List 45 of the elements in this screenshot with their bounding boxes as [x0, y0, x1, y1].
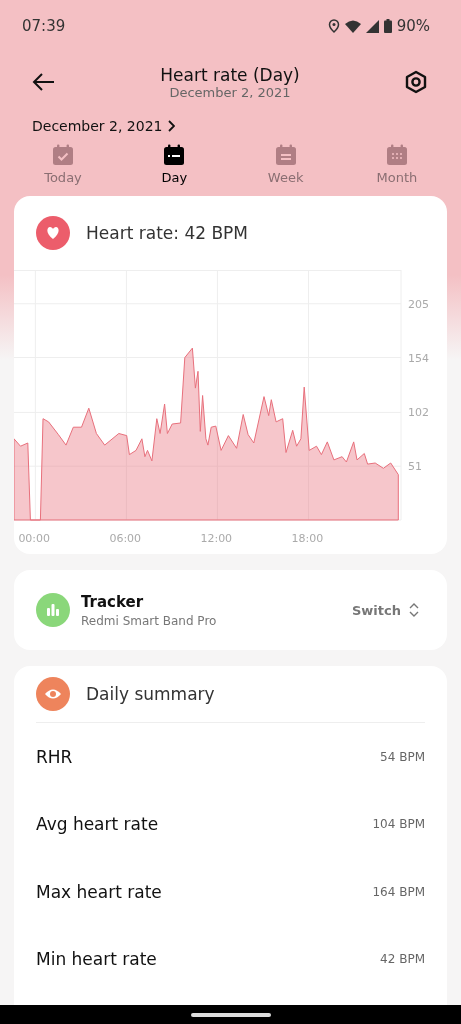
x-axis-label: 18:00 — [291, 532, 324, 545]
calendar-icon — [274, 144, 297, 166]
location-icon — [327, 19, 340, 33]
bar-chart-icon — [36, 593, 70, 627]
metric-value: 54 BPM — [380, 749, 425, 764]
y-axis-label: 205 — [408, 297, 429, 311]
eye-icon — [36, 677, 70, 711]
tracker-title: Tracker — [81, 592, 145, 611]
metric-value: 104 BPM — [372, 817, 425, 832]
period-tab[interactable]: Month — [357, 144, 437, 185]
switch-button[interactable]: Switch — [352, 602, 419, 618]
battery-level: 90% — [396, 17, 430, 35]
status-time: 07:39 — [22, 17, 66, 35]
period-tab[interactable]: Week — [245, 144, 326, 185]
calendar-icon — [163, 144, 186, 166]
signal-icon — [365, 19, 379, 33]
back-arrow-icon[interactable] — [32, 72, 56, 92]
device-name: Redmi Smart Band Pro — [81, 613, 218, 628]
y-axis-label: 51 — [408, 460, 422, 474]
period-tab[interactable]: Today — [23, 144, 103, 185]
metric-label: Max heart rate — [36, 881, 162, 902]
home-indicator[interactable] — [190, 1012, 271, 1017]
metric-label: Min heart rate — [36, 949, 157, 970]
summary-title: Daily summary — [86, 684, 215, 704]
x-axis-label: 06:00 — [109, 532, 142, 545]
metric-label: Avg heart rate — [36, 814, 159, 835]
wifi-icon — [344, 19, 361, 33]
calendar-icon — [52, 144, 74, 166]
battery-icon — [383, 19, 392, 33]
settings-icon[interactable] — [404, 70, 428, 94]
page-title: Heart rate (Day) — [160, 64, 300, 85]
metric-value: 164 BPM — [372, 884, 425, 899]
metric-value: 42 BPM — [380, 952, 425, 967]
period-tab[interactable]: Day — [134, 144, 215, 185]
x-axis-label: 12:00 — [200, 532, 233, 545]
x-axis-label: 00:00 — [18, 532, 51, 545]
page-subtitle: December 2, 2021 — [169, 84, 291, 100]
chevron-right-icon — [167, 120, 176, 132]
calendar-icon — [386, 144, 408, 166]
y-axis-label: 154 — [408, 351, 429, 365]
metric-label: RHR — [36, 746, 73, 767]
up-down-chevron-icon — [409, 602, 419, 618]
y-axis-label: 102 — [408, 406, 429, 420]
heart-rate-reading: Heart rate: 42 BPM — [86, 223, 248, 243]
date-picker[interactable]: December 2, 2021 — [32, 118, 176, 134]
